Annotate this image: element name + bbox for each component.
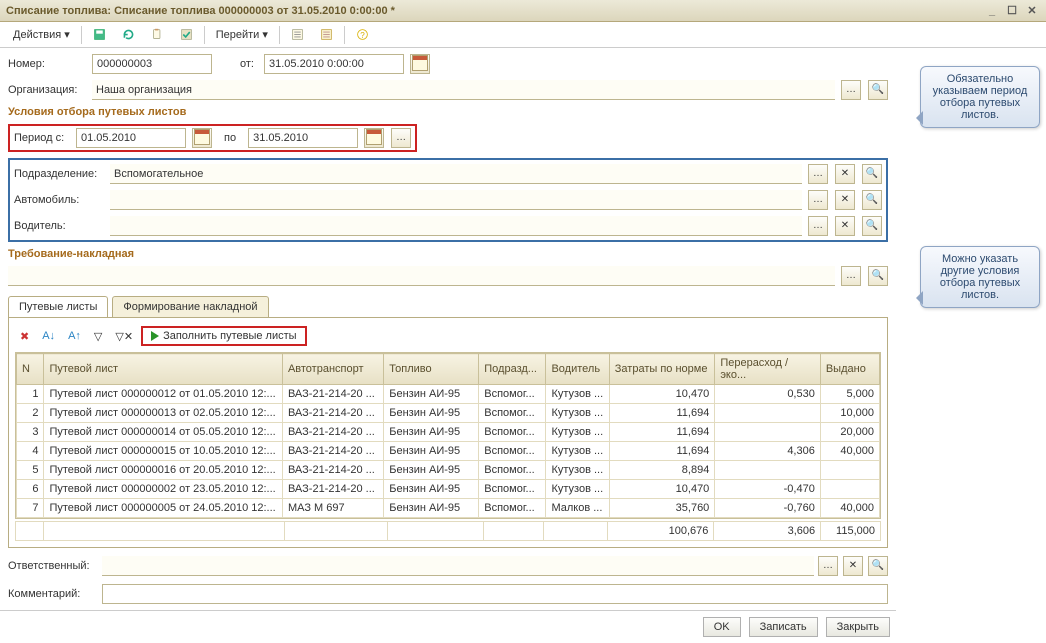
requisition-field[interactable] [8, 266, 835, 286]
window-title: Списание топлива: Списание топлива 00000… [6, 5, 395, 17]
period-from-field[interactable]: 01.05.2010 [76, 128, 186, 148]
vehicle-field[interactable] [110, 190, 802, 210]
waybills-table[interactable]: NПутевой листАвтотранспортТопливоПодразд… [16, 353, 880, 518]
column-header[interactable]: N [17, 354, 44, 385]
clear-button[interactable]: ✕ [835, 190, 855, 210]
maximize-button[interactable]: ☐ [1004, 4, 1020, 18]
driver-field[interactable] [110, 216, 802, 236]
open-button[interactable]: 🔍 [868, 80, 888, 100]
table-row[interactable]: 5Путевой лист 000000016 от 20.05.2010 12… [17, 461, 880, 480]
comment-field[interactable] [102, 584, 888, 604]
save-icon[interactable] [86, 24, 113, 46]
period-to-label: по [218, 132, 242, 144]
column-header[interactable]: Автотранспорт [282, 354, 383, 385]
filter-icon[interactable]: ▽ [89, 327, 107, 346]
open-button[interactable]: 🔍 [868, 556, 888, 576]
select-button[interactable]: … [808, 164, 828, 184]
table-row[interactable]: 2Путевой лист 000000013 от 02.05.2010 12… [17, 404, 880, 423]
extra-filter-highlight-box: Подразделение: Вспомогательное … ✕ 🔍 Авт… [8, 158, 888, 242]
period-from-label: Период с: [14, 132, 70, 144]
calendar-button[interactable] [364, 128, 384, 148]
clear-button[interactable]: ✕ [843, 556, 863, 576]
form-icon[interactable] [284, 24, 311, 46]
sort-asc-icon[interactable]: A↓ [37, 327, 60, 345]
refresh-icon[interactable] [115, 24, 142, 46]
number-field[interactable]: 000000003 [92, 54, 212, 74]
vehicle-label: Автомобиль: [14, 194, 104, 206]
tab-waybills[interactable]: Путевые листы [8, 296, 108, 317]
table-row[interactable]: 6Путевой лист 000000002 от 23.05.2010 12… [17, 480, 880, 499]
number-label: Номер: [8, 58, 86, 70]
help-icon[interactable]: ? [349, 24, 376, 46]
select-button[interactable]: … [841, 80, 861, 100]
select-button[interactable]: … [808, 190, 828, 210]
close-button[interactable]: Закрыть [826, 617, 890, 637]
post-icon[interactable] [173, 24, 200, 46]
chevron-down-icon: ▾ [262, 28, 268, 41]
org-label: Организация: [8, 84, 86, 96]
apply-button[interactable]: Записать [749, 617, 818, 637]
clipboard-icon[interactable] [144, 24, 171, 46]
dept-label: Подразделение: [14, 168, 104, 180]
select-button[interactable]: … [841, 266, 861, 286]
dept-field[interactable]: Вспомогательное [110, 164, 802, 184]
column-header[interactable]: Путевой лист [44, 354, 283, 385]
goto-menu[interactable]: Перейти ▾ [209, 24, 275, 46]
requisition-section-title: Требование-накладная [8, 248, 888, 260]
column-header[interactable]: Затраты по норме [609, 354, 715, 385]
calendar-button[interactable] [192, 128, 212, 148]
table-row[interactable]: 3Путевой лист 000000014 от 05.05.2010 12… [17, 423, 880, 442]
table-row[interactable]: 1Путевой лист 000000012 от 01.05.2010 12… [17, 385, 880, 404]
calendar-icon [194, 129, 210, 145]
open-button[interactable]: 🔍 [862, 190, 882, 210]
column-header[interactable]: Топливо [384, 354, 479, 385]
open-button[interactable]: 🔍 [862, 164, 882, 184]
column-header[interactable]: Выдано [820, 354, 879, 385]
filter-section-title: Условия отбора путевых листов [8, 106, 888, 118]
open-button[interactable]: 🔍 [862, 216, 882, 236]
callout-filters: Можно указать другие условия отбора путе… [920, 246, 1040, 308]
responsible-field[interactable] [102, 556, 814, 576]
calendar-button[interactable] [410, 54, 430, 74]
driver-label: Водитель: [14, 220, 104, 232]
calendar-icon [366, 129, 382, 145]
play-icon [151, 331, 159, 341]
callout-period: Обязательно указываем период отбора путе… [920, 66, 1040, 128]
delete-row-icon[interactable]: ✖ [15, 327, 34, 346]
date-from-label: от: [218, 58, 258, 70]
table-row[interactable]: 4Путевой лист 000000015 от 10.05.2010 12… [17, 442, 880, 461]
sort-desc-icon[interactable]: A↑ [63, 327, 86, 345]
period-to-field[interactable]: 31.05.2010 [248, 128, 358, 148]
filter-clear-icon[interactable]: ▽✕ [110, 327, 138, 346]
tab-requisition[interactable]: Формирование накладной [112, 296, 268, 317]
table-row[interactable]: 7Путевой лист 000000005 от 24.05.2010 12… [17, 499, 880, 518]
select-button[interactable]: … [818, 556, 838, 576]
responsible-label: Ответственный: [8, 560, 98, 572]
comment-label: Комментарий: [8, 588, 98, 600]
chevron-down-icon: ▾ [64, 28, 70, 41]
actions-menu[interactable]: Действия ▾ [6, 24, 77, 46]
minimize-button[interactable]: _ [984, 4, 1000, 18]
svg-text:?: ? [360, 31, 365, 40]
org-field[interactable]: Наша организация [92, 80, 835, 100]
date-field[interactable]: 31.05.2010 0:00:00 [264, 54, 404, 74]
calendar-icon [412, 55, 428, 71]
list-icon[interactable] [313, 24, 340, 46]
clear-button[interactable]: ✕ [835, 216, 855, 236]
column-header[interactable]: Водитель [546, 354, 609, 385]
fill-waybills-button[interactable]: Заполнить путевые листы [141, 326, 306, 346]
window-titlebar: Списание топлива: Списание топлива 00000… [0, 0, 1046, 22]
period-select-button[interactable]: … [391, 128, 411, 148]
open-button[interactable]: 🔍 [868, 266, 888, 286]
clear-button[interactable]: ✕ [835, 164, 855, 184]
column-header[interactable]: Перерасход / эко... [715, 354, 821, 385]
select-button[interactable]: … [808, 216, 828, 236]
close-button[interactable]: ✕ [1024, 4, 1040, 18]
main-toolbar: Действия ▾ Перейти ▾ ? [0, 22, 1046, 48]
column-header[interactable]: Подразд... [479, 354, 546, 385]
ok-button[interactable]: OK [703, 617, 741, 637]
period-highlight-box: Период с: 01.05.2010 по 31.05.2010 … [8, 124, 417, 152]
tab-strip: Путевые листы Формирование накладной [8, 296, 888, 318]
totals-row: 100,676 3,606 115,000 [15, 521, 881, 541]
